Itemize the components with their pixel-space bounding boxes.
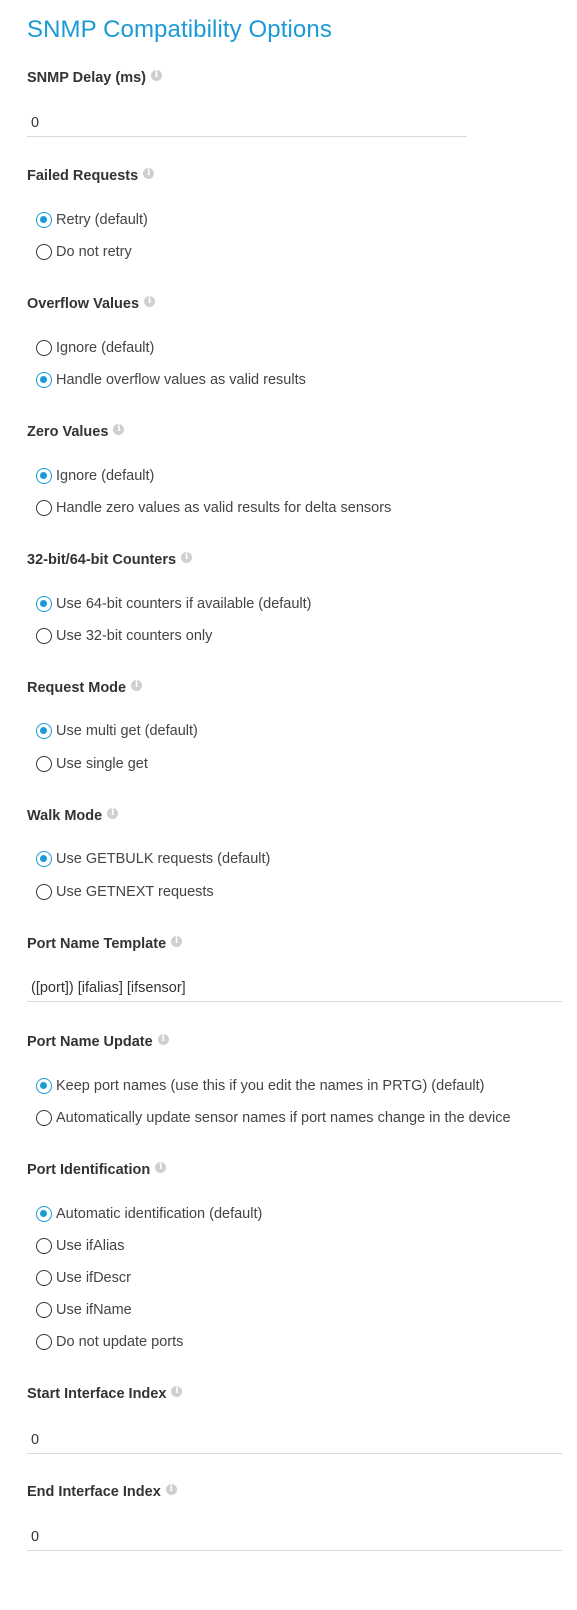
end-interface-index-field[interactable]: [27, 1524, 566, 1551]
failed-requests-no-retry-radio[interactable]: Do not retry: [36, 242, 132, 262]
snmp-delay-input[interactable]: [27, 110, 471, 136]
radio-unselected-icon[interactable]: [36, 756, 52, 772]
end-interface-index-input[interactable]: [27, 1524, 566, 1550]
snmp-delay-field[interactable]: [27, 110, 471, 137]
failed-requests-label: Failed Requests i: [27, 166, 155, 186]
zero-values-label: Zero Values i: [27, 422, 125, 442]
port-name-update-auto-radio[interactable]: Automatically update sensor names if por…: [36, 1108, 511, 1128]
port-identification-ifname-radio[interactable]: Use ifName: [36, 1300, 132, 1320]
info-icon[interactable]: i: [143, 168, 155, 179]
info-icon[interactable]: i: [171, 936, 183, 947]
counters-64bit-radio[interactable]: Use 64-bit counters if available (defaul…: [36, 594, 312, 614]
port-name-update-label: Port Name Update i: [27, 1032, 169, 1052]
end-interface-index-label: End Interface Index i: [27, 1482, 177, 1502]
port-name-update-keep-radio[interactable]: Keep port names (use this if you edit th…: [36, 1076, 485, 1096]
snmp-delay-label: SNMP Delay (ms) i: [27, 68, 162, 88]
port-identification-label: Port Identification i: [27, 1160, 167, 1180]
port-identification-ifalias-radio[interactable]: Use ifAlias: [36, 1236, 125, 1256]
zero-values-ignore-radio[interactable]: Ignore (default): [36, 466, 154, 486]
overflow-values-ignore-radio[interactable]: Ignore (default): [36, 338, 154, 358]
radio-unselected-icon[interactable]: [36, 500, 52, 516]
radio-unselected-icon[interactable]: [36, 1110, 52, 1126]
start-interface-index-input[interactable]: [27, 1427, 566, 1453]
zero-values-handle-radio[interactable]: Handle zero values as valid results for …: [36, 498, 391, 518]
start-interface-index-label: Start Interface Index i: [27, 1384, 183, 1404]
start-interface-index-field[interactable]: [27, 1427, 566, 1454]
port-name-template-field[interactable]: [27, 975, 566, 1002]
info-icon[interactable]: i: [171, 1386, 183, 1397]
request-mode-multi-get-radio[interactable]: Use multi get (default): [36, 721, 198, 741]
overflow-values-handle-radio[interactable]: Handle overflow values as valid results: [36, 370, 306, 390]
radio-unselected-icon[interactable]: [36, 1334, 52, 1350]
radio-selected-icon[interactable]: [36, 596, 52, 612]
request-mode-single-get-radio[interactable]: Use single get: [36, 754, 148, 774]
failed-requests-retry-radio[interactable]: Retry (default): [36, 210, 148, 230]
request-mode-label: Request Mode i: [27, 678, 143, 698]
radio-unselected-icon[interactable]: [36, 1238, 52, 1254]
radio-unselected-icon[interactable]: [36, 244, 52, 260]
info-icon[interactable]: i: [157, 1034, 169, 1045]
counters-label: 32-bit/64-bit Counters i: [27, 550, 193, 570]
radio-selected-icon[interactable]: [36, 851, 52, 867]
radio-selected-icon[interactable]: [36, 1078, 52, 1094]
info-icon[interactable]: i: [107, 808, 119, 819]
walk-mode-label: Walk Mode i: [27, 806, 119, 826]
radio-unselected-icon[interactable]: [36, 884, 52, 900]
radio-selected-icon[interactable]: [36, 212, 52, 228]
walk-mode-getnext-radio[interactable]: Use GETNEXT requests: [36, 882, 214, 902]
info-icon[interactable]: i: [155, 1162, 167, 1173]
walk-mode-getbulk-radio[interactable]: Use GETBULK requests (default): [36, 849, 270, 869]
page-title: SNMP Compatibility Options: [27, 16, 332, 43]
info-icon[interactable]: i: [181, 552, 193, 563]
radio-selected-icon[interactable]: [36, 723, 52, 739]
info-icon[interactable]: i: [144, 296, 156, 307]
radio-unselected-icon[interactable]: [36, 1302, 52, 1318]
info-icon[interactable]: i: [113, 424, 125, 435]
radio-unselected-icon[interactable]: [36, 1270, 52, 1286]
radio-selected-icon[interactable]: [36, 468, 52, 484]
port-name-template-input[interactable]: [27, 975, 566, 1001]
counters-32bit-radio[interactable]: Use 32-bit counters only: [36, 626, 212, 646]
port-identification-ifdescr-radio[interactable]: Use ifDescr: [36, 1268, 131, 1288]
radio-unselected-icon[interactable]: [36, 628, 52, 644]
radio-selected-icon[interactable]: [36, 1206, 52, 1222]
overflow-values-label: Overflow Values i: [27, 294, 156, 314]
port-identification-no-update-radio[interactable]: Do not update ports: [36, 1332, 183, 1352]
radio-unselected-icon[interactable]: [36, 340, 52, 356]
info-icon[interactable]: i: [151, 70, 162, 81]
port-name-template-label: Port Name Template i: [27, 934, 183, 954]
radio-selected-icon[interactable]: [36, 372, 52, 388]
port-identification-automatic-radio[interactable]: Automatic identification (default): [36, 1204, 262, 1224]
info-icon[interactable]: i: [165, 1484, 177, 1495]
info-icon[interactable]: i: [131, 680, 143, 691]
